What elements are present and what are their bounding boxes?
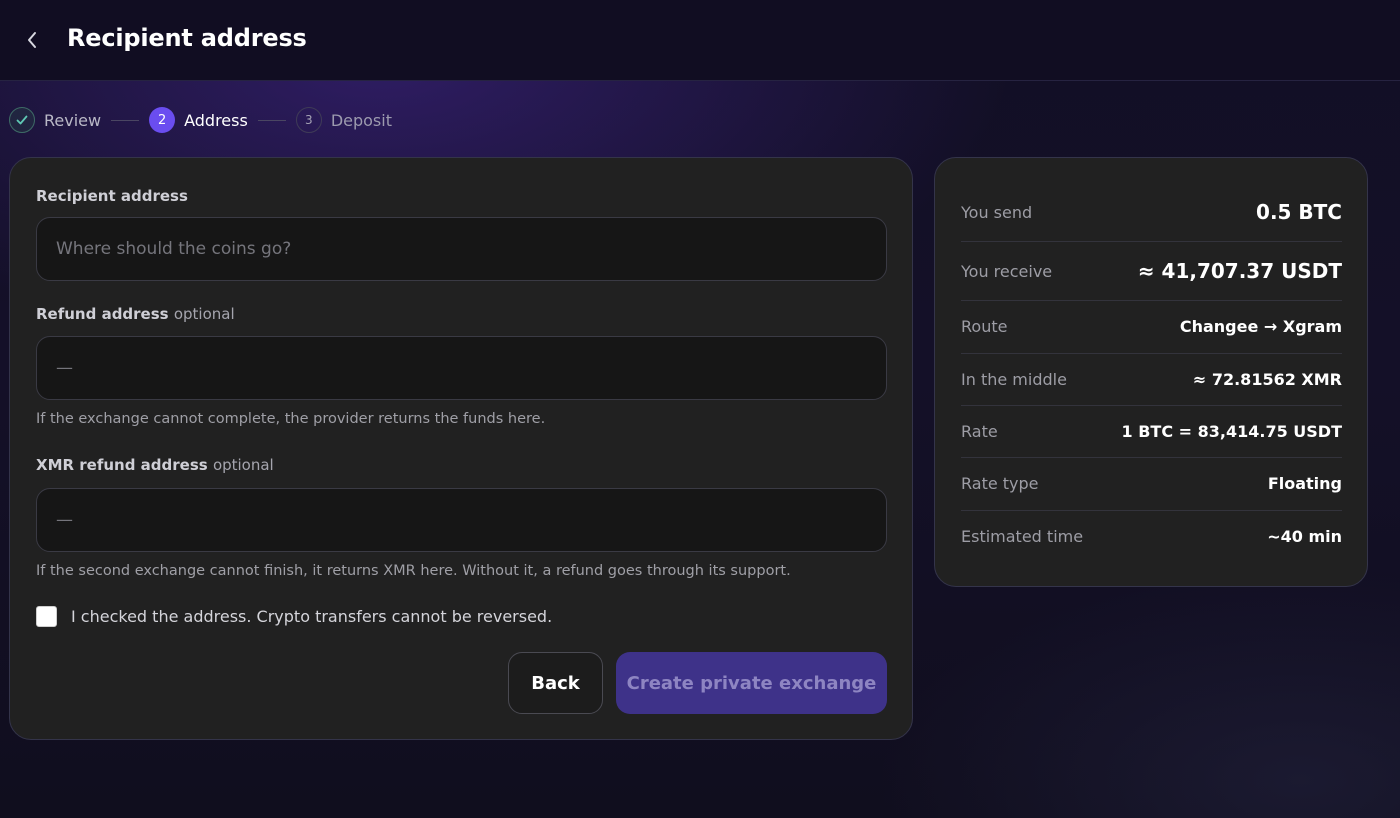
summary-row-rate-type: Rate type Floating [961, 474, 1342, 493]
divider [961, 241, 1342, 242]
recipient-address-label: Recipient address [36, 187, 188, 205]
step-number: 3 [295, 107, 322, 133]
divider [961, 510, 1342, 511]
step-label: Deposit [330, 110, 392, 130]
summary-row-route: Route Changee → Xgram [961, 317, 1342, 336]
xmr-refund-address-label: XMR refund address optional [36, 456, 274, 474]
summary-label: You receive [961, 261, 1053, 281]
refund-address-label-text: Refund address [36, 305, 169, 323]
xmr-refund-address-input[interactable] [36, 488, 887, 552]
refund-address-input[interactable] [36, 336, 887, 400]
recipient-address-label-text: Recipient address [36, 187, 188, 205]
summary-label: You send [961, 202, 1033, 222]
summary-value: Floating [1267, 474, 1342, 493]
chevron-left-icon[interactable] [18, 26, 46, 54]
create-private-exchange-button[interactable]: Create private exchange [616, 652, 887, 714]
step-connector [111, 119, 140, 121]
step-number: 2 [149, 107, 176, 133]
divider [961, 353, 1342, 354]
divider [961, 457, 1342, 458]
summary-row-you-receive: You receive ≈ 41,707.37 USDT [961, 259, 1342, 283]
xmr-refund-address-label-text: XMR refund address [36, 456, 208, 474]
summary-value: ≈ 72.81562 XMR [1192, 370, 1342, 389]
optional-tag: optional [212, 456, 274, 474]
summary-label: Estimated time [961, 527, 1084, 546]
summary-row-rate: Rate 1 BTC = 83,414.75 USDT [961, 422, 1342, 441]
exchange-summary-card: You send 0.5 BTC You receive ≈ 41,707.37… [934, 157, 1368, 587]
step-label: Address [184, 110, 248, 130]
summary-label: Route [961, 317, 1008, 336]
summary-value: 1 BTC = 83,414.75 USDT [1121, 422, 1342, 441]
check-icon [9, 107, 35, 133]
summary-row-you-send: You send 0.5 BTC [961, 200, 1342, 224]
refund-address-label: Refund address optional [36, 305, 235, 323]
xmr-refund-address-hint: If the second exchange cannot finish, it… [36, 563, 791, 579]
summary-value: 0.5 BTC [1256, 200, 1342, 224]
back-button[interactable]: Back [508, 652, 603, 714]
summary-label: Rate type [961, 474, 1039, 493]
step-address[interactable]: 2 Address [149, 107, 248, 133]
address-form-card: Recipient address Refund address optiona… [9, 157, 913, 740]
page-title: Recipient address [67, 24, 307, 52]
summary-label: In the middle [961, 370, 1067, 389]
refund-address-hint: If the exchange cannot complete, the pro… [36, 411, 546, 427]
stepper: Review 2 Address 3 Deposit [9, 107, 392, 133]
confirm-address-label[interactable]: I checked the address. Crypto transfers … [71, 607, 552, 626]
confirm-address-checkbox[interactable] [36, 606, 57, 627]
step-deposit[interactable]: 3 Deposit [295, 107, 392, 133]
summary-row-estimated-time: Estimated time ~40 min [961, 527, 1342, 546]
summary-value: ≈ 41,707.37 USDT [1137, 259, 1342, 283]
step-review[interactable]: Review [9, 107, 101, 133]
summary-value: ~40 min [1267, 527, 1342, 546]
divider [961, 300, 1342, 301]
step-connector [257, 119, 286, 121]
summary-row-in-the-middle: In the middle ≈ 72.81562 XMR [961, 370, 1342, 389]
optional-tag: optional [173, 305, 235, 323]
summary-value: Changee → Xgram [1179, 317, 1342, 336]
divider [961, 405, 1342, 406]
summary-label: Rate [961, 422, 998, 441]
confirm-address-row[interactable]: I checked the address. Crypto transfers … [36, 606, 552, 627]
top-bar: Recipient address [0, 0, 1400, 81]
step-label: Review [44, 110, 102, 130]
recipient-address-input[interactable] [36, 217, 887, 281]
